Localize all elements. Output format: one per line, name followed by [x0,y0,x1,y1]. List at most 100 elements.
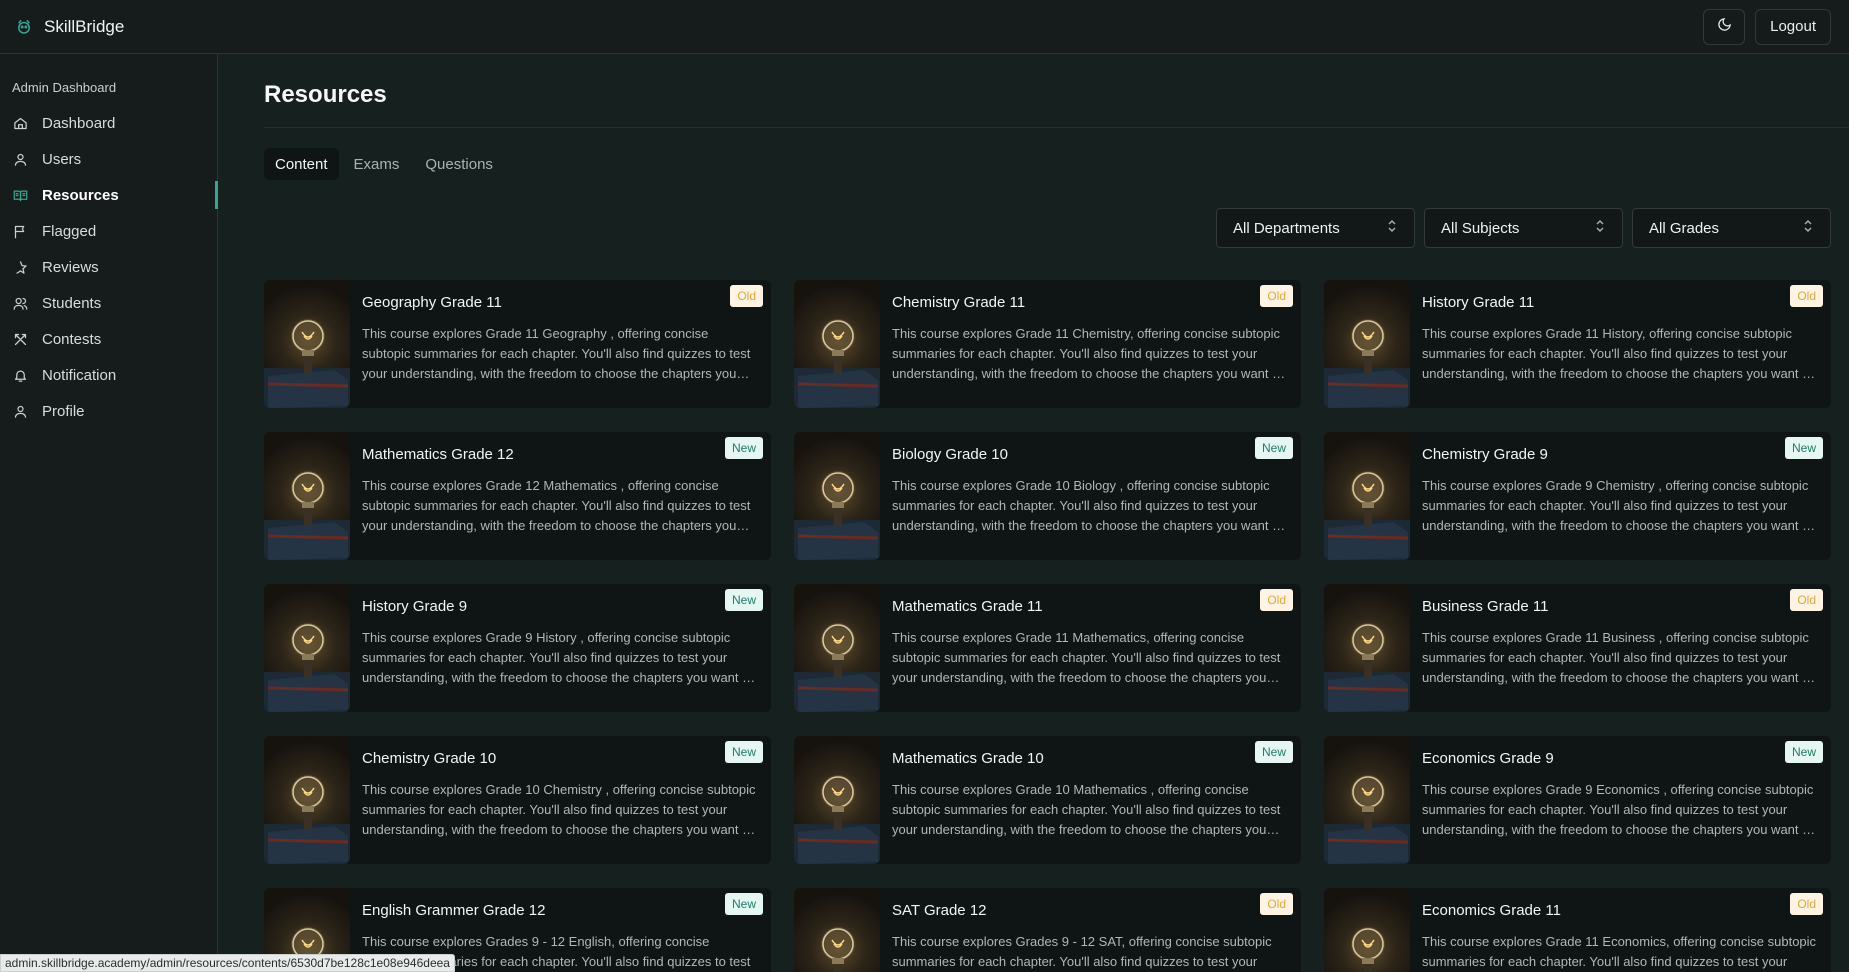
card-description: This course explores Grade 11 Chemistry,… [892,326,1283,381]
card-title: Chemistry Grade 10 [362,750,497,767]
card-title: English Grammer Grade 12 [362,902,546,919]
status-badge: Old [730,285,763,307]
sidebar-heading: Admin Dashboard [12,80,117,95]
top-bar: SkillBridge Logout [0,0,1849,54]
sidebar-item-profile[interactable]: Profile [0,393,217,429]
status-badge: New [724,589,763,611]
subject-select-value: All Subjects [1441,219,1520,237]
chevrons-up-down-icon [1802,219,1814,237]
resource-card[interactable]: Mathematics Grade 11 This course explores… [794,584,1301,712]
tab-content[interactable]: Content [264,148,339,180]
lightbulb-thumbnail-image [264,432,350,560]
card-description: This course explores Grade 11 Mathematic… [892,630,1281,685]
resource-card[interactable]: Economics Grade 9 This course explores Gr… [1324,736,1831,864]
card-title: Geography Grade 11 [362,294,502,311]
brand[interactable]: SkillBridge [14,17,124,37]
card-description: This course explores Grade 9 History , o… [362,630,753,685]
card-description: This course explores Grade 11 History, o… [1422,326,1813,381]
sidebar-item-label: Profile [42,402,85,420]
grade-select[interactable]: All Grades [1632,208,1831,248]
sidebar-item-reviews[interactable]: Reviews [0,249,217,285]
resource-card[interactable]: Chemistry Grade 10 This course explores G… [264,736,771,864]
resource-card[interactable]: History Grade 11 This course explores Gra… [1324,280,1831,408]
resource-card[interactable]: Business Grade 11 This course explores Gr… [1324,584,1831,712]
sidebar-item-label: Flagged [42,222,97,240]
sidebar-item-label: Dashboard [42,114,116,132]
star-half-icon [12,259,28,275]
resource-card[interactable]: Mathematics Grade 10 This course explores… [794,736,1301,864]
sidebar-item-students[interactable]: Students [0,285,217,321]
card-title: Mathematics Grade 11 [892,598,1043,615]
resource-card[interactable]: Biology Grade 10 This course explores Gra… [794,432,1301,560]
main-content: Resources Content Exams Questions All De… [219,54,1849,972]
card-title: Business Grade 11 [1422,598,1549,615]
card-description: This course explores Grade 11 Economics,… [1422,934,1817,969]
user-icon [12,151,28,167]
card-description: This course explores Grade 9 Chemistry ,… [1422,478,1813,533]
resource-card[interactable]: Chemistry Grade 9 This course explores Gr… [1324,432,1831,560]
sidebar-item-resources[interactable]: Resources [0,177,218,213]
card-description: This course explores Grade 11 Business ,… [1422,630,1813,685]
status-badge: New [1784,437,1823,459]
skillbridge-logo-icon [14,17,34,37]
lightbulb-thumbnail-image [1324,584,1410,712]
lightbulb-thumbnail-image [794,584,880,712]
tab-exams[interactable]: Exams [343,148,411,180]
sidebar-item-dashboard[interactable]: Dashboard [0,105,217,141]
card-title: History Grade 11 [1422,294,1535,311]
status-badge: Old [1260,893,1293,915]
card-title: Chemistry Grade 11 [892,294,1026,311]
tab-questions[interactable]: Questions [414,148,504,180]
resource-card[interactable]: Chemistry Grade 11 This course explores G… [794,280,1301,408]
card-description: This course explores Grade 10 Chemistry … [362,782,756,837]
resource-card[interactable]: Economics Grade 11 This course explores G… [1324,888,1831,972]
moon-icon [1717,17,1732,36]
resource-card[interactable]: Geography Grade 11 This course explores G… [264,280,771,408]
brand-name: SkillBridge [44,16,125,36]
grade-select-value: All Grades [1649,219,1720,237]
status-badge: New [1254,437,1293,459]
status-badge: Old [1790,589,1823,611]
tab-bar: Content Exams Questions [264,148,504,180]
card-description: This course explores Grade 10 Biology , … [892,478,1283,533]
sidebar-item-contests[interactable]: Contests [0,321,217,357]
resource-grid: Geography Grade 11 This course explores G… [264,280,1831,972]
flag-icon [12,223,28,239]
status-badge: New [724,893,763,915]
lightbulb-thumbnail-image [794,736,880,864]
card-title: Biology Grade 10 [892,446,1008,463]
lightbulb-thumbnail-image [264,280,350,408]
card-title: Chemistry Grade 9 [1422,446,1548,463]
status-badge: New [1254,741,1293,763]
resource-card[interactable]: SAT Grade 12 This course explores Grades … [794,888,1301,972]
chevrons-up-down-icon [1594,219,1606,237]
status-bar-url: admin.skillbridge.academy/admin/resource… [0,954,455,972]
home-icon [12,115,28,131]
sidebar-item-label: Students [42,294,102,312]
bell-icon [12,367,28,383]
sidebar-item-label: Notification [42,366,117,384]
resource-card[interactable]: Mathematics Grade 12 This course explores… [264,432,771,560]
title-divider [264,127,1849,128]
sidebar-item-users[interactable]: Users [0,141,217,177]
card-description: This course explores Grade 11 Geography … [362,326,751,381]
lightbulb-thumbnail-image [264,584,350,712]
lightbulb-thumbnail-image [794,888,880,972]
card-title: History Grade 9 [362,598,468,615]
resource-card[interactable]: History Grade 9 This course explores Grad… [264,584,771,712]
lightbulb-thumbnail-image [1324,432,1410,560]
logout-button[interactable]: Logout [1755,8,1831,45]
sidebar: Admin Dashboard Dashboard Users Resources F… [0,54,218,972]
card-title: Mathematics Grade 12 [362,446,514,463]
department-select[interactable]: All Departments [1216,208,1415,248]
theme-toggle-button[interactable] [1703,8,1746,45]
sidebar-item-notification[interactable]: Notification [0,357,217,393]
status-badge: Old [1790,893,1823,915]
subject-select[interactable]: All Subjects [1424,208,1623,248]
sidebar-item-flagged[interactable]: Flagged [0,213,217,249]
department-select-value: All Departments [1233,219,1340,237]
sidebar-item-label: Resources [42,186,119,204]
card-description: This course explores Grade 12 Mathematic… [362,478,751,533]
filters: All Departments All Subjects All Grades [1216,208,1831,248]
lightbulb-thumbnail-image [264,736,350,864]
